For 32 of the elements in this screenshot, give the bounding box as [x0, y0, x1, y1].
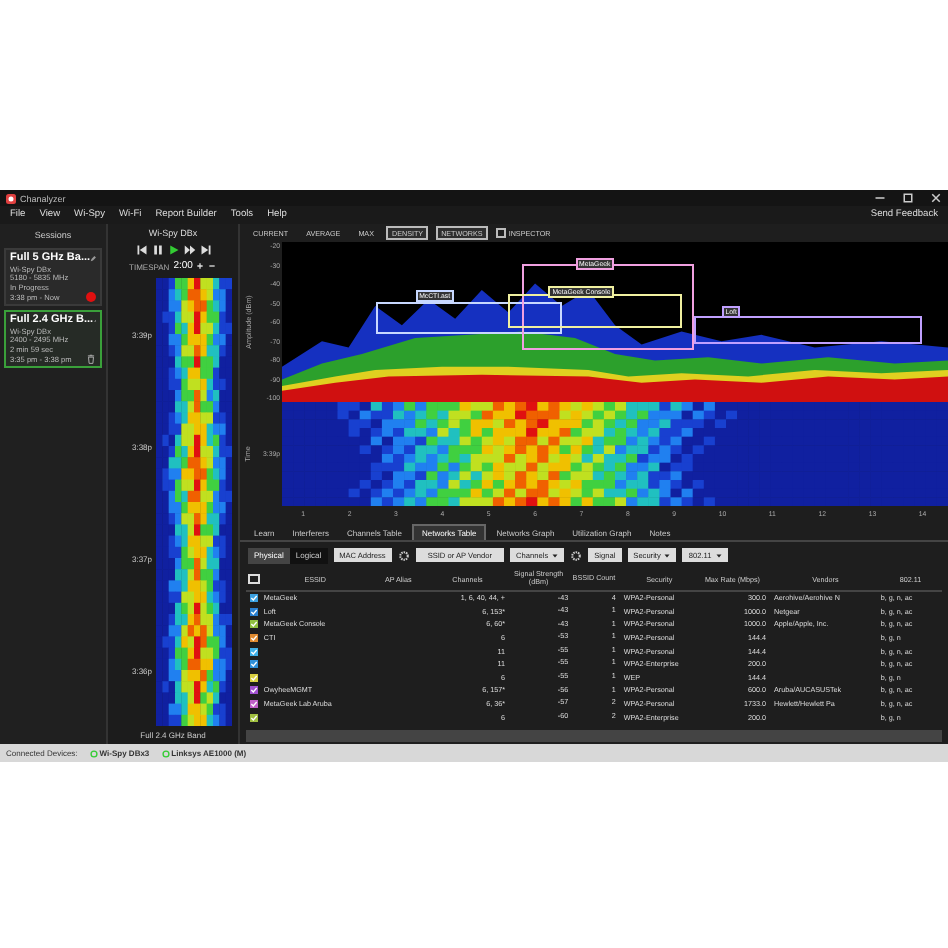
plus-icon[interactable] — [196, 262, 205, 270]
row-checkbox[interactable] — [249, 634, 258, 643]
pencil-icon[interactable] — [90, 253, 96, 263]
row-checkbox[interactable] — [249, 713, 258, 722]
skip-end-icon[interactable] — [199, 244, 211, 256]
select-all-checkbox[interactable] — [248, 573, 260, 585]
restore-icon[interactable] — [902, 192, 914, 204]
play-icon[interactable] — [167, 244, 179, 256]
connected-icon — [89, 749, 98, 757]
gear-icon[interactable] — [397, 549, 410, 561]
row-checkbox[interactable] — [249, 700, 258, 709]
skip-back-icon[interactable] — [135, 244, 147, 256]
row-checkbox[interactable] — [249, 673, 258, 682]
caret-icon — [715, 553, 722, 557]
connected-icon — [161, 749, 170, 757]
row-checkbox[interactable] — [249, 647, 258, 656]
row-checkbox[interactable] — [249, 686, 258, 695]
trash-icon[interactable] — [86, 354, 96, 364]
pause-icon[interactable] — [151, 244, 163, 256]
row-checkbox[interactable] — [249, 594, 258, 603]
minimize-icon[interactable] — [874, 192, 886, 204]
close-icon[interactable] — [930, 192, 942, 204]
fast-forward-icon[interactable] — [183, 244, 195, 256]
caret-icon — [552, 553, 559, 557]
row-checkbox[interactable] — [249, 620, 258, 629]
gear-icon[interactable] — [570, 549, 583, 561]
checkbox[interactable] — [495, 227, 507, 239]
caret-icon — [664, 553, 671, 557]
row-checkbox[interactable] — [249, 607, 258, 616]
app-logo-icon — [6, 193, 16, 203]
minus-icon[interactable] — [208, 262, 217, 270]
row-checkbox[interactable] — [249, 660, 258, 669]
